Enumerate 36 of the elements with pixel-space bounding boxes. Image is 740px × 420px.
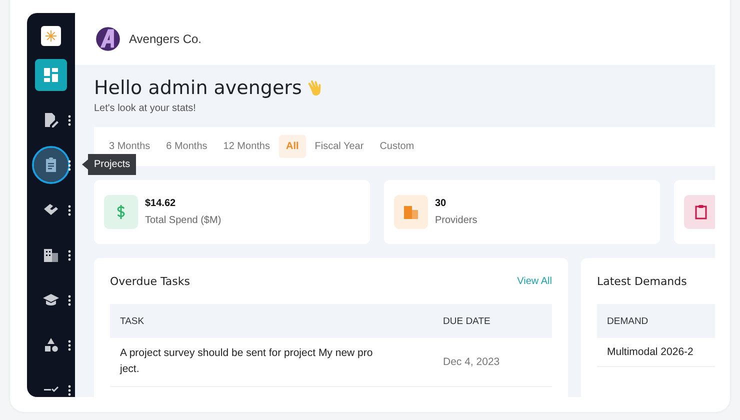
more-options-icon[interactable] xyxy=(68,160,71,171)
stat-value: $14.62 xyxy=(145,198,177,209)
panel-title: Overdue Tasks xyxy=(110,274,190,288)
column-header: DUE DATE xyxy=(443,316,490,326)
edit-document-icon xyxy=(43,112,59,128)
more-options-icon[interactable] xyxy=(68,205,71,216)
view-all-link[interactable]: View All xyxy=(517,276,552,286)
stat-value: 30 xyxy=(435,198,448,209)
greeting-title: Hello admin avengers xyxy=(94,77,302,99)
tooltip: Projects xyxy=(82,154,136,175)
panel-title: Latest Demands xyxy=(597,274,687,288)
more-options-icon[interactable] xyxy=(68,340,71,351)
table-cell-text: A project survey should be sent for project My new project. xyxy=(120,346,374,377)
period-tab[interactable]: Custom xyxy=(372,135,422,158)
period-tab[interactable]: 12 Months xyxy=(216,135,277,158)
table-cell: Multimodal 2026-2 xyxy=(607,346,694,358)
column-header: TASK xyxy=(120,316,144,326)
column-header: DEMAND xyxy=(607,316,648,326)
more-options-icon[interactable] xyxy=(68,385,71,396)
table-cell: Dec 4, 2023 xyxy=(443,356,500,368)
building-icon xyxy=(43,247,59,263)
shapes-icon xyxy=(43,337,59,353)
more-options-icon[interactable] xyxy=(68,295,71,306)
period-tab[interactable]: 6 Months xyxy=(159,135,214,158)
period-tab[interactable]: All xyxy=(278,135,306,158)
stat-label: Providers xyxy=(435,215,478,226)
stat-label: Total Spend ($M) xyxy=(145,215,222,226)
more-options-icon[interactable] xyxy=(68,250,71,261)
clipboard-icon xyxy=(43,157,59,173)
more-options-icon[interactable] xyxy=(68,115,71,126)
greeting-subtitle: Let's look at your stats! xyxy=(94,103,197,114)
dashboard-icon xyxy=(43,67,59,83)
company-logo-icon xyxy=(95,26,121,52)
period-tab[interactable]: Fiscal Year xyxy=(308,135,371,158)
company-name: Avengers Co. xyxy=(129,32,202,46)
graduation-cap-icon xyxy=(43,292,59,308)
